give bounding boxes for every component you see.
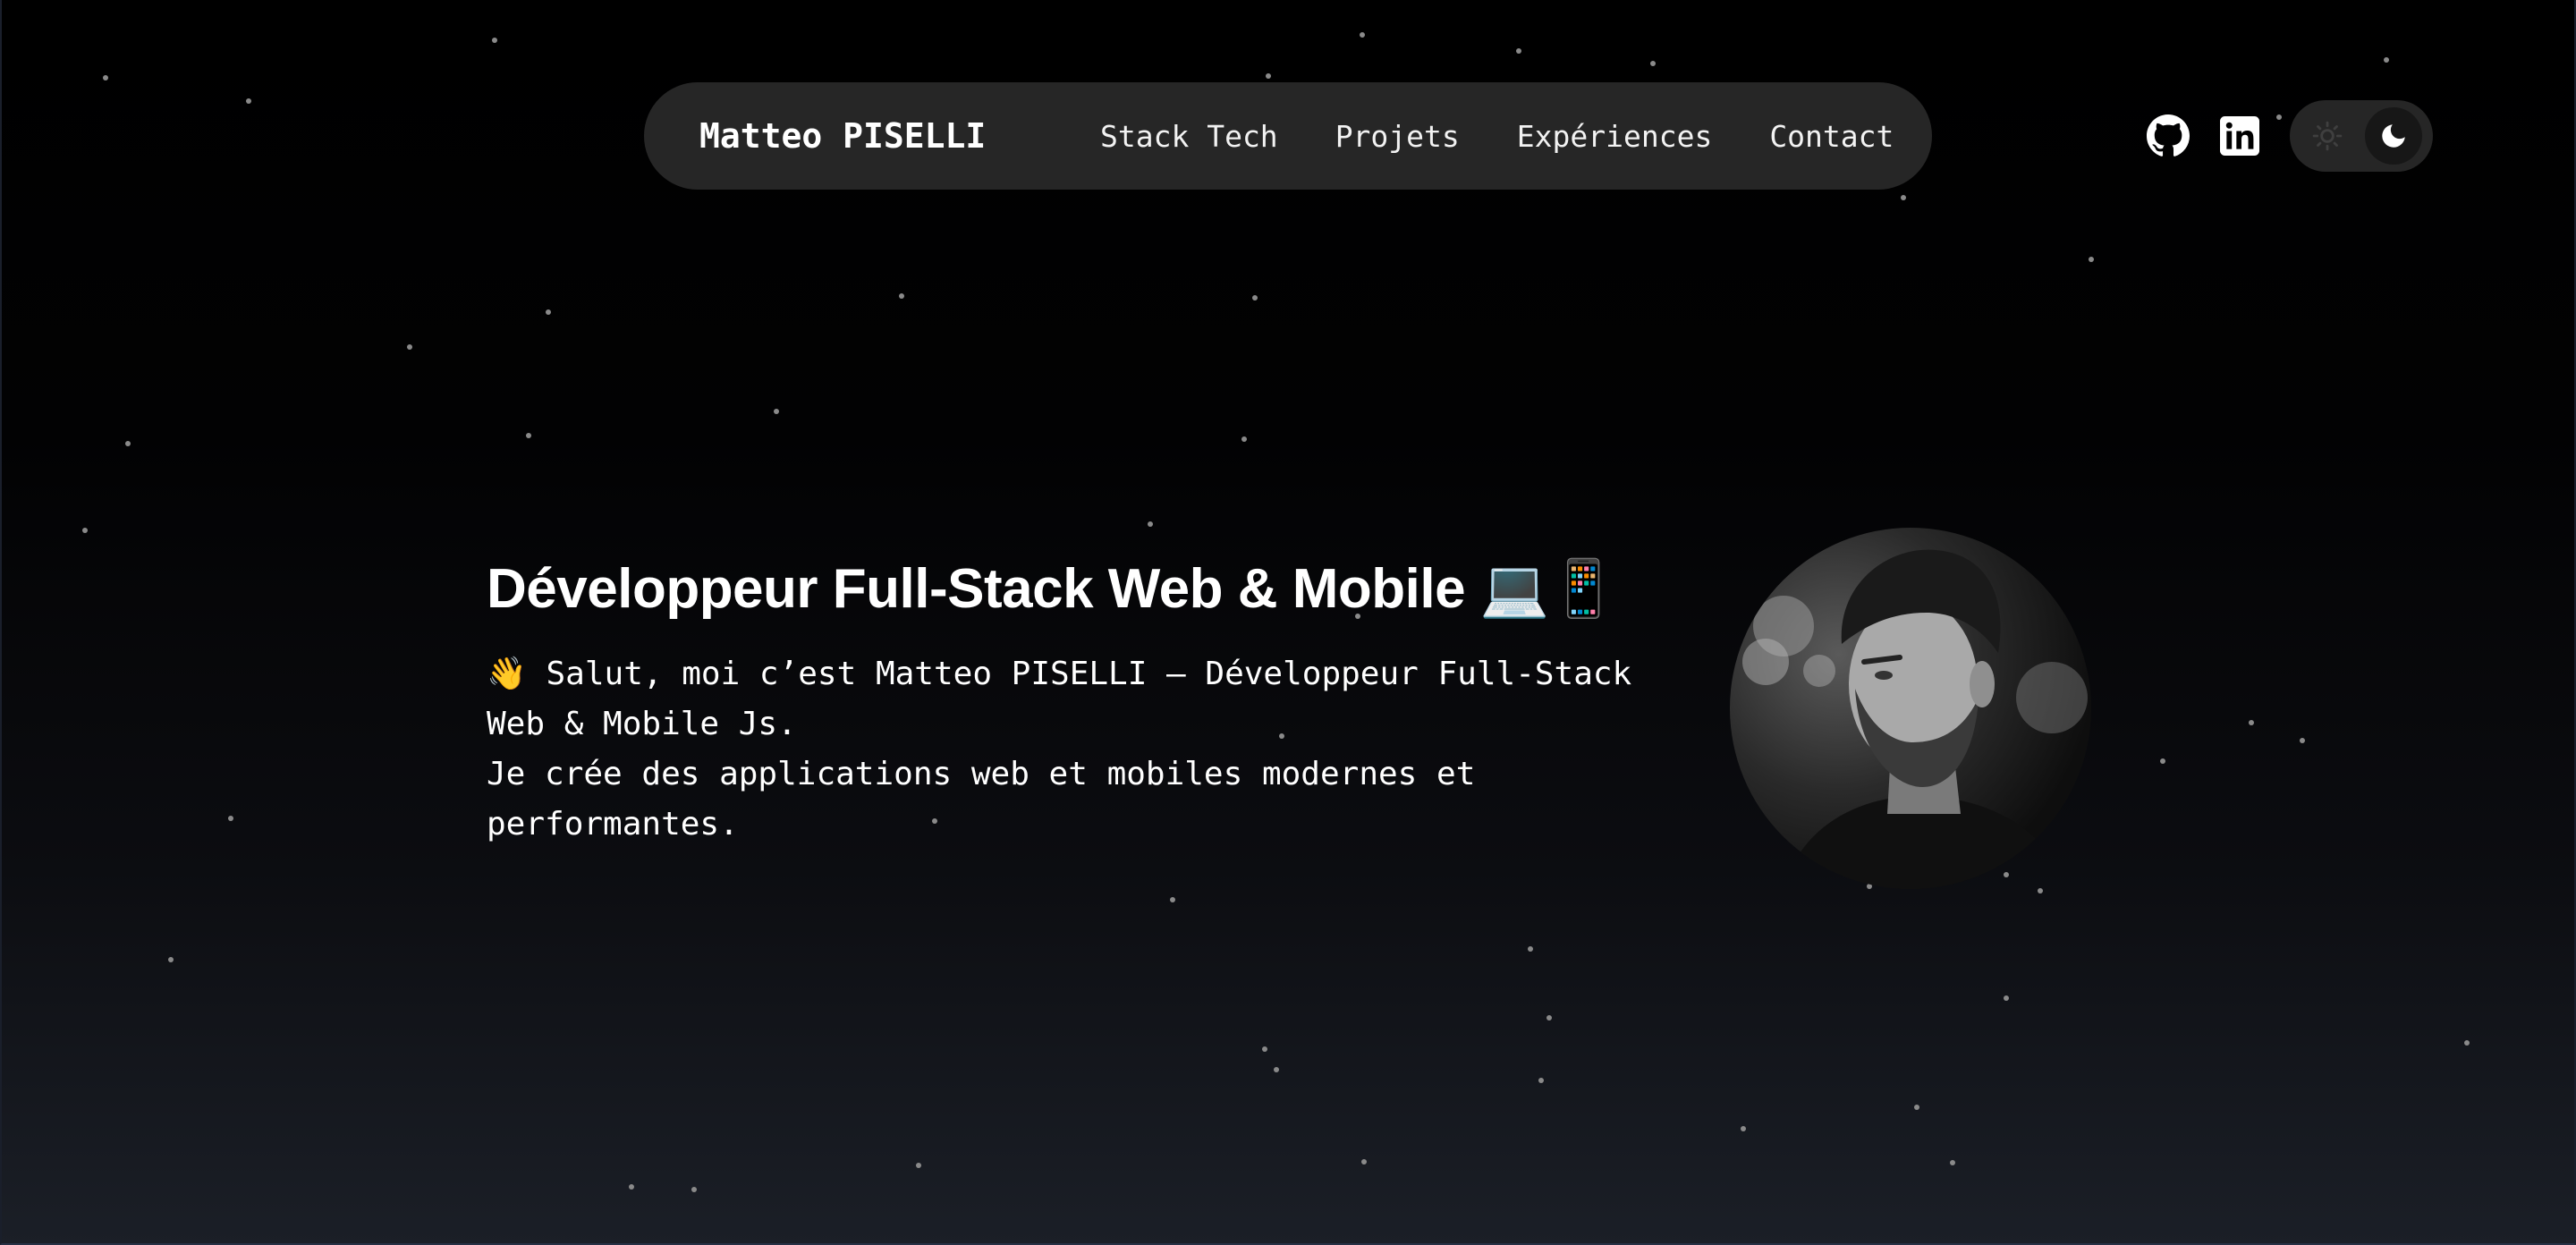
nav-links: Stack Tech Projets Expériences Contact [1100, 82, 1894, 190]
star-dot [2004, 995, 2009, 1001]
star-dot [2464, 1040, 2470, 1046]
brand-name-link[interactable]: Matteo PISELLI [699, 82, 986, 190]
star-dot [103, 75, 108, 80]
star-dot [691, 1187, 697, 1192]
star-dot [1914, 1105, 1919, 1110]
star-dot [407, 344, 412, 350]
star-dot [2384, 57, 2389, 63]
star-dot [125, 441, 131, 446]
hero-intro: 👋 Salut, moi c’est Matteo PISELLI – Déve… [487, 649, 1649, 850]
star-dot [1148, 521, 1153, 527]
hero-intro-line: performantes. [487, 806, 739, 843]
star-dot [526, 433, 531, 438]
star-dot [1170, 897, 1175, 902]
star-dot [774, 409, 779, 414]
star-dot [629, 1184, 634, 1190]
hero-title: Développeur Full-Stack Web & Mobile 💻📱 [487, 558, 1618, 620]
page: Matteo PISELLI Stack Tech Projets Expéri… [0, 0, 2576, 1245]
star-dot [228, 816, 233, 821]
top-navigation: Matteo PISELLI Stack Tech Projets Expéri… [644, 82, 1932, 190]
star-dot [1360, 32, 1365, 38]
star-dot [1538, 1078, 1544, 1083]
star-dot [916, 1163, 921, 1168]
star-dot [1262, 1046, 1267, 1052]
linkedin-link[interactable] [2218, 114, 2261, 157]
star-dot [1950, 1160, 1955, 1165]
star-dot [246, 98, 251, 104]
nav-link-stack-tech[interactable]: Stack Tech [1100, 119, 1278, 154]
star-dot [2089, 257, 2094, 262]
star-dot [2249, 720, 2254, 725]
star-dot [1546, 1015, 1552, 1021]
profile-photo [1730, 528, 2091, 889]
star-dot [82, 528, 88, 533]
star-dot [546, 309, 551, 315]
star-dot [2004, 872, 2009, 877]
star-dot [1516, 48, 1521, 54]
sun-icon[interactable] [2309, 118, 2345, 154]
nav-link-experiences[interactable]: Expériences [1517, 119, 1713, 154]
star-dot [1650, 61, 1656, 66]
star-dot [1266, 73, 1271, 79]
star-dot [2300, 738, 2305, 743]
star-dot [1741, 1126, 1746, 1131]
star-dot [168, 957, 174, 962]
github-icon [2147, 114, 2190, 157]
nav-link-projets[interactable]: Projets [1335, 119, 1460, 154]
hero-intro-line: Je crée des applications web et mobiles … [487, 756, 1476, 792]
github-link[interactable] [2147, 114, 2190, 157]
star-dot [2160, 758, 2165, 764]
star-dot [1241, 436, 1247, 442]
hero-intro-line: 👋 Salut, moi c’est Matteo PISELLI – Déve… [487, 656, 1632, 692]
star-dot [2276, 114, 2282, 120]
star-dot [1361, 1159, 1367, 1165]
moon-icon[interactable] [2365, 107, 2422, 165]
star-dot [1901, 195, 1906, 200]
theme-toggle[interactable] [2290, 100, 2433, 172]
hero-intro-line: Web & Mobile Js. [487, 706, 797, 742]
star-dot [492, 38, 497, 43]
star-dot [1274, 1067, 1279, 1072]
star-dot [1528, 946, 1533, 952]
linkedin-icon [2220, 116, 2259, 156]
star-dot [899, 293, 904, 299]
nav-link-contact[interactable]: Contact [1769, 119, 1894, 154]
star-dot [1252, 295, 1258, 301]
star-dot [2038, 888, 2043, 894]
